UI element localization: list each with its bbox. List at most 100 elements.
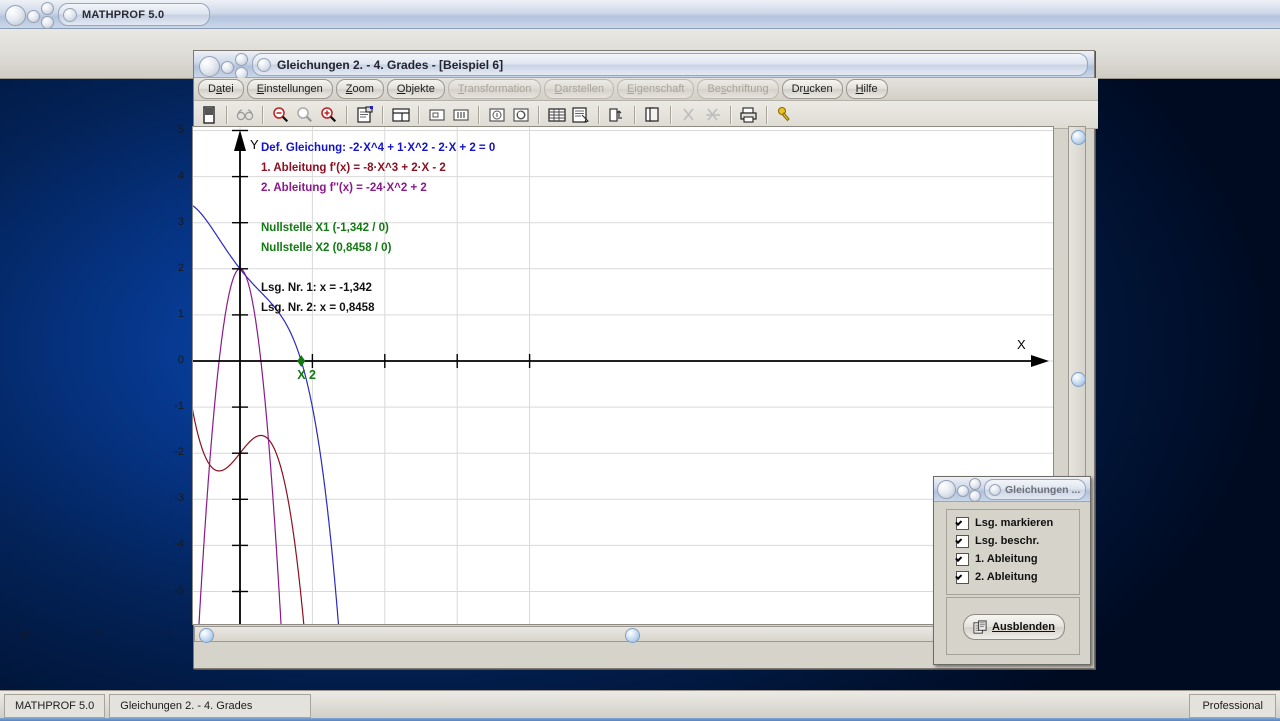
child-menu-orb-icon[interactable] (221, 61, 234, 74)
screen: MATHPROF 5.0 Gleichungen 2. - 4. Grades … (0, 0, 1280, 721)
toolbar-button-window-split[interactable] (390, 104, 412, 126)
options-dialog-titlebar[interactable]: Gleichungen ... (934, 477, 1090, 502)
taskbar: MATHPROF 5.0 Gleichungen 2. - 4. Grades … (0, 690, 1280, 721)
table-icon (548, 107, 566, 122)
y-tick-label: 3 (177, 215, 184, 228)
checkbox-3[interactable] (956, 570, 969, 584)
cut-icon (683, 107, 694, 121)
taskbar-item-app[interactable]: MATHPROF 5.0 (4, 694, 106, 718)
menu-item-label: Hilfe (855, 83, 878, 95)
toolbar-button-small-window[interactable] (426, 104, 448, 126)
y-tick-label: -3 (174, 492, 184, 505)
copy-icon (645, 106, 659, 122)
toolbar-button-zoom-in[interactable] (318, 104, 340, 126)
menu-item-einstellungen[interactable]: Einstellungen (246, 79, 333, 99)
checkbox-label: 2. Ableitung (975, 571, 1038, 583)
hide-button[interactable]: Ausblenden (963, 614, 1065, 640)
horizontal-scroll-thumb[interactable] (625, 628, 640, 643)
toolbar-button-columns[interactable] (450, 104, 472, 126)
y-tick-label: 0 (177, 354, 184, 366)
app-titlebar[interactable]: MATHPROF 5.0 (0, 0, 1280, 29)
horizontal-scroll-thumb-left[interactable] (199, 628, 214, 643)
menu-item-zoom[interactable]: Zoom (335, 79, 384, 99)
options-dialog-body: Lsg. markieren Lsg. beschr. 1. Ableitung 2.… (938, 505, 1086, 660)
toolbar-button-zoom-reset[interactable] (294, 104, 316, 126)
menu-item-label: Beschriftung (707, 83, 769, 95)
toolbar-button-page[interactable] (198, 104, 220, 126)
options-action-group: Ausblenden (946, 597, 1080, 655)
app-minimize-orb-icon[interactable] (41, 2, 54, 15)
export-icon (609, 107, 622, 122)
menu-item-objekte[interactable]: Objekte (386, 79, 445, 99)
checkbox-1[interactable] (956, 534, 969, 548)
toolbar-button-glasses[interactable] (234, 104, 256, 126)
toolbar-button-print[interactable] (738, 104, 760, 126)
toolbar-button-cut[interactable] (678, 104, 700, 126)
options-dialog-title: Gleichungen ... (1005, 483, 1081, 496)
toolbar-button-report[interactable] (570, 104, 592, 126)
checkbox-2[interactable] (956, 552, 969, 566)
toolbar-button-copy[interactable] (642, 104, 664, 126)
refresh-icon (513, 107, 529, 122)
toolbar-button-info[interactable] (486, 104, 508, 126)
menu-item-hilfe[interactable]: Hilfe (845, 79, 888, 99)
options-dialog-controls[interactable] (937, 478, 989, 502)
menu-item-darstellen: Darstellen (544, 79, 614, 99)
x-tick-label: -3 (17, 629, 28, 641)
y-tick-label: -2 (174, 446, 184, 459)
menu-item-datei[interactable]: Datei (198, 79, 244, 99)
plot-svg: YXX 1X 2 (193, 127, 1053, 624)
x-tick-label: -2 (90, 629, 101, 641)
hide-icon (973, 619, 987, 634)
child-restore-orb-icon[interactable] (199, 56, 220, 77)
annotation-derivative-1: 1. Ableitung f'(x) = -8·X^3 + 2·X - 2 (261, 162, 446, 174)
menu-item-label: Darstellen (554, 83, 604, 95)
menu-item-label: Einstellungen (256, 83, 323, 95)
toolbar-button-properties[interactable] (354, 104, 376, 126)
app-close-orb-icon[interactable] (41, 16, 54, 29)
app-window-controls[interactable] (4, 2, 62, 29)
checkbox-row-1[interactable]: Lsg. beschr. (956, 532, 1079, 550)
menu-item-eigenschaft: Eigenschaft (616, 79, 695, 99)
toolbar-button-refresh[interactable] (510, 104, 532, 126)
vertical-scroll-thumb-top[interactable] (1071, 130, 1086, 145)
columns-icon (453, 108, 469, 121)
toolbar-button-export[interactable] (606, 104, 628, 126)
dialog-menu-orb-icon[interactable] (957, 485, 969, 497)
y-tick-label: 4 (177, 169, 184, 182)
checkbox-row-3[interactable]: 2. Ableitung (956, 568, 1079, 586)
annotation-definition: Def. Gleichung: -2·X^4 + 1·X^2 - 2·X + 2… (261, 142, 496, 154)
vertical-scroll-thumb[interactable] (1071, 372, 1086, 387)
dialog-close-orb-icon[interactable] (969, 490, 981, 502)
checkbox-0[interactable] (956, 516, 969, 530)
toolbar-button-cut-all[interactable] (702, 104, 724, 126)
app-menu-orb-icon[interactable] (27, 10, 40, 23)
toolbar-separator (346, 105, 348, 124)
options-checkbox-group: Lsg. markieren Lsg. beschr. 1. Ableitung 2.… (946, 509, 1080, 595)
child-minimize-orb-icon[interactable] (235, 53, 248, 66)
cut-all-icon (706, 107, 720, 121)
toolbar-button-table[interactable] (546, 104, 568, 126)
child-title-pill: Gleichungen 2. - 4. Grades - [Beispiel 6… (252, 53, 1088, 76)
svg-text:X: X (1017, 337, 1026, 352)
child-window-titlebar[interactable]: Gleichungen 2. - 4. Grades - [Beispiel 6… (194, 51, 1094, 80)
annotation-solution-2: Lsg. Nr. 2: x = 0,8458 (261, 302, 375, 314)
window-split-icon (392, 107, 410, 122)
options-dialog-title-pill: Gleichungen ... (984, 479, 1086, 500)
menu-item-drucken[interactable]: Drucken (781, 79, 843, 99)
dialog-restore-orb-icon[interactable] (937, 480, 956, 499)
checkbox-row-0[interactable]: Lsg. markieren (956, 514, 1079, 532)
plot-canvas[interactable]: YXX 1X 2 (192, 126, 1054, 625)
app-restore-orb-icon[interactable] (5, 5, 26, 26)
toolbar-separator (478, 105, 480, 124)
glasses-icon (236, 108, 254, 120)
taskbar-item-document[interactable]: Gleichungen 2. - 4. Grades (109, 694, 312, 718)
child-window-controls[interactable] (198, 53, 256, 80)
child-window-title: Gleichungen 2. - 4. Grades - [Beispiel 6… (277, 57, 504, 72)
toolbar-button-help-key[interactable] (774, 104, 796, 126)
checkbox-label: Lsg. markieren (975, 517, 1054, 529)
toolbar-button-zoom-out[interactable] (270, 104, 292, 126)
annotation-derivative-2: 2. Ableitung f''(x) = -24·X^2 + 2 (261, 182, 427, 194)
checkbox-row-2[interactable]: 1. Ableitung (956, 550, 1079, 568)
dialog-minimize-orb-icon[interactable] (969, 478, 981, 490)
